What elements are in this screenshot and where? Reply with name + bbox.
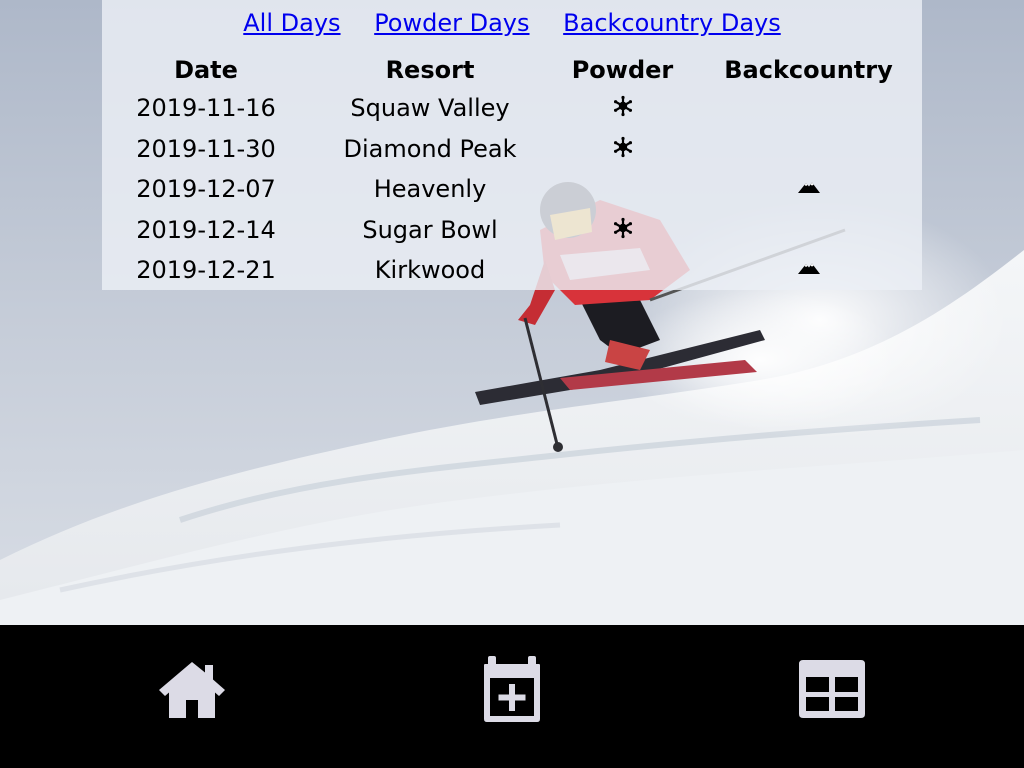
cell-backcountry <box>695 88 922 129</box>
cell-backcountry <box>695 129 922 170</box>
header-backcountry: Backcountry <box>724 56 893 84</box>
snowflake-icon <box>612 95 634 117</box>
cell-date: 2019-12-07 <box>136 175 276 204</box>
cell-backcountry <box>695 250 922 291</box>
cell-backcountry <box>695 210 922 251</box>
table-row: 2019-11-16 Squaw Valley <box>102 88 922 129</box>
cell-powder <box>550 169 695 210</box>
table-row: 2019-12-14 Sugar Bowl <box>102 210 922 251</box>
table-row: 2019-12-07 Heavenly <box>102 169 922 210</box>
filter-all-days-link[interactable]: All Days <box>243 9 340 37</box>
cell-resort: Kirkwood <box>374 256 486 285</box>
days-panel: All Days Powder Days Backcountry Days Da… <box>102 0 922 290</box>
header-powder: Powder <box>571 56 674 84</box>
cell-date: 2019-11-16 <box>136 94 276 123</box>
filter-powder-days-link[interactable]: Powder Days <box>374 9 529 37</box>
cell-backcountry <box>695 169 922 210</box>
cell-powder <box>550 210 695 251</box>
snowflake-icon <box>612 136 634 158</box>
cell-powder <box>550 88 695 129</box>
cell-resort: Diamond Peak <box>343 134 517 163</box>
calendar-plus-icon <box>484 656 540 722</box>
mountain-icon <box>797 176 820 198</box>
filter-links: All Days Powder Days Backcountry Days <box>102 8 922 38</box>
cell-date: 2019-11-30 <box>136 134 276 163</box>
cell-date: 2019-12-14 <box>136 215 276 244</box>
header-date: Date <box>174 56 238 84</box>
cell-resort: Sugar Bowl <box>362 215 498 244</box>
bottom-nav <box>0 625 1024 768</box>
app-root: All Days Powder Days Backcountry Days Da… <box>0 0 1024 768</box>
cell-resort: Squaw Valley <box>350 94 510 123</box>
days-table: Date Resort Powder Backcountry 2019-11-1… <box>102 52 922 291</box>
mountain-icon <box>797 257 820 279</box>
table-icon <box>799 660 865 718</box>
home-icon <box>159 662 225 718</box>
cell-resort: Heavenly <box>373 175 487 204</box>
table-header-row: Date Resort Powder Backcountry <box>102 52 922 88</box>
add-day-button[interactable] <box>477 656 547 722</box>
cell-powder <box>550 250 695 291</box>
filter-backcountry-days-link[interactable]: Backcountry Days <box>563 9 781 37</box>
cell-powder <box>550 129 695 170</box>
table-body: 2019-11-16 Squaw Valley 2019-11-30 Diamond … <box>102 88 922 291</box>
cell-date: 2019-12-21 <box>136 256 276 285</box>
table-row: 2019-12-21 Kirkwood <box>102 250 922 291</box>
table-row: 2019-11-30 Diamond Peak <box>102 129 922 170</box>
home-button[interactable] <box>157 656 227 722</box>
snowflake-icon <box>612 217 634 239</box>
table-view-button[interactable] <box>797 656 867 722</box>
header-resort: Resort <box>385 56 475 84</box>
